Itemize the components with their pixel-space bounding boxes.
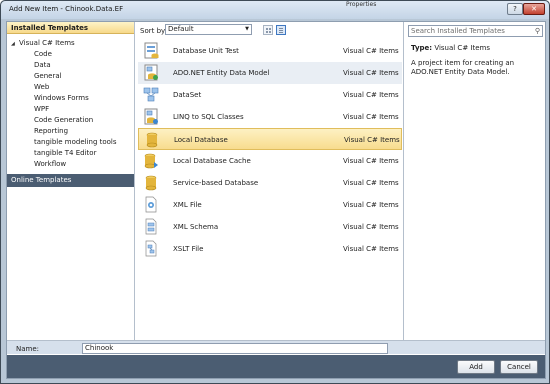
installed-templates-header[interactable]: Installed Templates [7,22,134,34]
template-row-dataset[interactable]: DataSet Visual C# Items [138,84,402,106]
template-row-local-database-cache[interactable]: Local Database Cache Visual C# Items [138,150,402,172]
template-name: ADO.NET Entity Data Model [173,69,270,77]
template-row-database-unit-test[interactable]: Database Unit Test Visual C# Items [138,40,402,62]
template-row-local-database[interactable]: Local Database Visual C# Items [138,128,402,150]
tree-item-data[interactable]: Data [34,60,51,70]
window-title: Add New Item - Chinook.Data.EF [9,5,124,13]
chevron-down-icon: ▼ [245,26,249,32]
template-language: Visual C# Items [343,223,399,231]
help-button[interactable]: ? [507,3,523,15]
database-unit-test-icon [144,42,159,59]
list-view-icon[interactable] [276,25,286,35]
search-placeholder: Search Installed Templates [411,27,505,35]
online-templates-header[interactable]: Online Templates [7,174,134,187]
xml-schema-icon [145,218,157,235]
template-name: Database Unit Test [173,47,239,55]
template-type-line: Type: Visual C# Items [411,44,490,52]
small-icons-view-icon[interactable] [263,25,273,35]
template-language: Visual C# Items [343,201,399,209]
template-language: Visual C# Items [343,47,399,55]
template-details-pane: Search Installed Templates ⚲ Type: Visua… [403,22,546,340]
template-row-xslt-file[interactable]: XSLT File Visual C# Items [138,238,402,260]
tree-item-web[interactable]: Web [34,82,49,92]
sort-by-select[interactable]: Default ▼ [165,24,252,35]
local-database-icon [146,132,158,148]
tree-item-code[interactable]: Code [34,49,52,59]
dialog-client-area: Installed Templates ◢ Visual C# Items Cod… [6,21,546,379]
template-row-ado-net-entity-data-model[interactable]: ADO.NET Entity Data Model Visual C# Item… [138,62,402,84]
template-name: XML File [173,201,202,209]
template-row-xml-schema[interactable]: XML Schema Visual C# Items [138,216,402,238]
template-language: Visual C# Items [343,113,399,121]
template-description: A project item for creating an ADO.NET E… [411,59,515,76]
template-name: Local Database Cache [173,157,251,165]
linq-to-sql-icon [144,108,158,125]
xml-file-icon [145,196,157,213]
xslt-file-icon [145,240,157,257]
type-label: Type: [411,44,433,52]
template-name: DataSet [173,91,202,99]
template-name: LINQ to SQL Classes [173,113,244,121]
tree-item-tangible-t4-editor[interactable]: tangible T4 Editor [34,148,96,158]
template-language: Visual C# Items [343,157,399,165]
add-new-item-dialog: Add New Item - Chinook.Data.EF Propertie… [0,0,550,384]
template-categories-pane: Installed Templates ◢ Visual C# Items Cod… [7,22,135,340]
template-row-xml-file[interactable]: XML File Visual C# Items [138,194,402,216]
title-bar[interactable]: Add New Item - Chinook.Data.EF Propertie… [1,1,549,19]
sort-by-value: Default [168,25,194,33]
template-name: XML Schema [173,223,219,231]
tree-item-wpf[interactable]: WPF [34,104,49,114]
tree-item-windows-forms[interactable]: Windows Forms [34,93,89,103]
template-language: Visual C# Items [343,91,399,99]
template-name: XSLT File [173,245,204,253]
search-installed-templates-input[interactable]: Search Installed Templates ⚲ [408,25,543,37]
type-value: Visual C# Items [434,44,490,52]
expand-arrow-icon[interactable]: ◢ [11,41,19,47]
tree-item-tangible-modeling-tools[interactable]: tangible modeling tools [34,137,117,147]
tree-item-code-generation[interactable]: Code Generation [34,115,93,125]
template-language: Visual C# Items [343,69,399,77]
tree-root-label: Visual C# Items [19,39,75,47]
add-button[interactable]: Add [457,360,495,374]
template-language: Visual C# Items [343,245,399,253]
template-name: Local Database [174,136,228,144]
template-language: Visual C# Items [343,179,399,187]
template-row-linq-to-sql-classes[interactable]: LINQ to SQL Classes Visual C# Items [138,106,402,128]
cancel-button[interactable]: Cancel [500,360,538,374]
name-input[interactable]: Chinook [82,343,388,354]
tree-root-visual-csharp[interactable]: ◢ Visual C# Items [11,39,75,47]
background-window-text: Properties [346,1,377,8]
sort-by-label: Sort by: [140,27,168,35]
dialog-button-bar: Add Cancel [7,355,545,378]
service-database-icon [145,175,157,191]
name-label: Name: [16,345,40,353]
tree-item-general[interactable]: General [34,71,62,81]
close-button[interactable]: ✕ [523,3,545,15]
search-icon[interactable]: ⚲ [535,26,540,36]
template-language: Visual C# Items [344,136,400,144]
name-bar: Name: Chinook [7,340,545,354]
template-list-pane: Sort by: Default ▼ Database Unit Test Vi… [136,22,402,340]
entity-data-model-icon [144,64,158,81]
template-row-service-based-database[interactable]: Service-based Database Visual C# Items [138,172,402,194]
dataset-icon [143,87,159,102]
tree-item-reporting[interactable]: Reporting [34,126,68,136]
tree-item-workflow[interactable]: Workflow [34,159,66,169]
local-database-cache-icon [144,153,158,169]
sort-bar: Sort by: Default ▼ [136,22,402,38]
template-name: Service-based Database [173,179,259,187]
